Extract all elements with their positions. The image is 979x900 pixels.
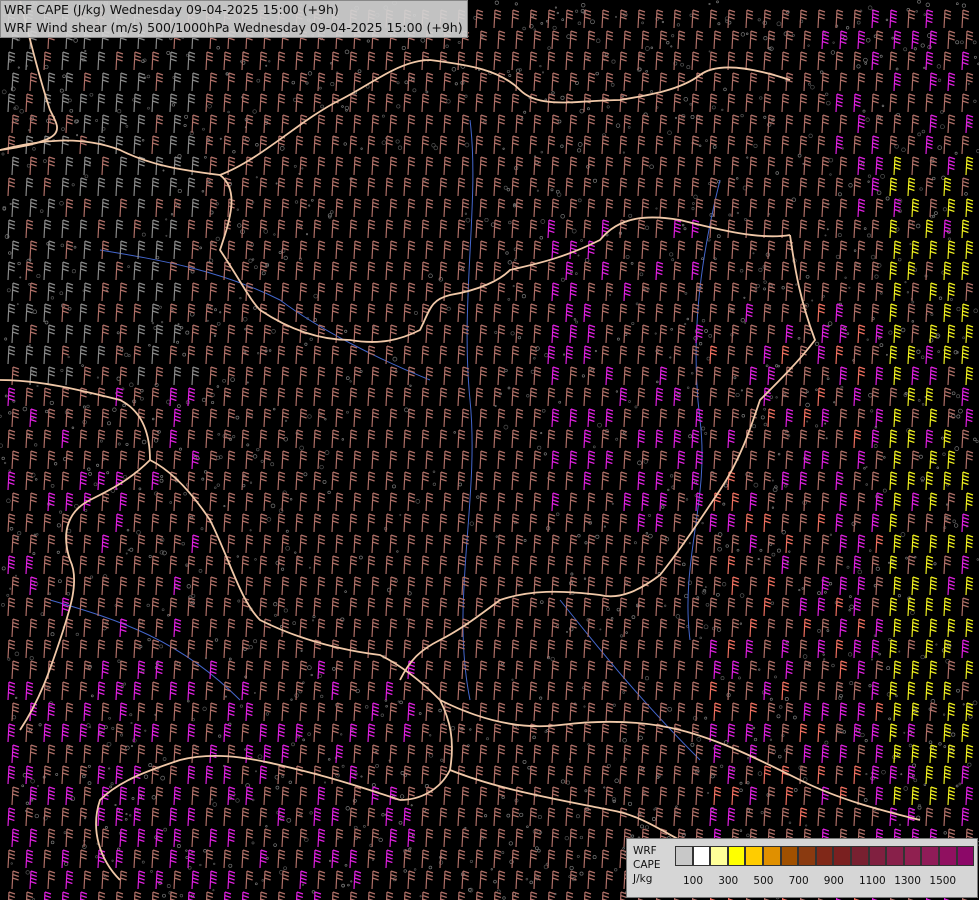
legend-label-wrf: WRF xyxy=(633,845,657,857)
legend-swatch xyxy=(745,846,763,866)
legend-tick-label: 1500 xyxy=(929,875,957,887)
legend-tick-label: 1300 xyxy=(894,875,921,887)
legend-swatch xyxy=(727,846,746,866)
legend-swatch xyxy=(850,846,869,866)
legend-color-swatches xyxy=(675,846,975,866)
legend-tick-label: 100 xyxy=(683,875,704,887)
legend-swatch xyxy=(938,846,957,866)
legend-tick-label: 700 xyxy=(788,875,809,887)
cape-legend: WRF CAPE J/kg 100 300 500 700 900 1100 1300 150… xyxy=(626,838,978,898)
legend-swatch xyxy=(710,846,728,866)
legend-swatch xyxy=(886,846,904,866)
legend-swatch xyxy=(762,846,781,866)
legend-label-unit: J/kg xyxy=(633,873,653,885)
legend-swatch xyxy=(815,846,834,866)
legend-tick-label: 500 xyxy=(753,875,774,887)
legend-tick-label: 1100 xyxy=(859,875,886,887)
legend-swatch xyxy=(798,846,816,866)
legend-swatch xyxy=(780,846,799,866)
title-cape: WRF CAPE (J/kg) Wednesday 09-04-2025 15:… xyxy=(4,2,339,17)
wind-shear-cape-map xyxy=(0,0,979,900)
legend-tick-label: 900 xyxy=(823,875,844,887)
legend-swatch xyxy=(903,846,922,866)
legend-tick-label: 300 xyxy=(718,875,739,887)
legend-swatch xyxy=(692,846,711,866)
legend-swatch xyxy=(921,846,939,866)
title-box: WRF CAPE (J/kg) Wednesday 09-04-2025 15:… xyxy=(0,0,468,38)
legend-swatch xyxy=(675,846,693,866)
legend-swatch xyxy=(833,846,851,866)
map-background xyxy=(0,0,979,900)
title-wind-shear: WRF Wind shear (m/s) 500/1000hPa Wednesd… xyxy=(4,20,463,35)
legend-swatch xyxy=(868,846,887,866)
legend-swatch xyxy=(956,846,975,866)
legend-label-cape: CAPE xyxy=(633,859,661,871)
